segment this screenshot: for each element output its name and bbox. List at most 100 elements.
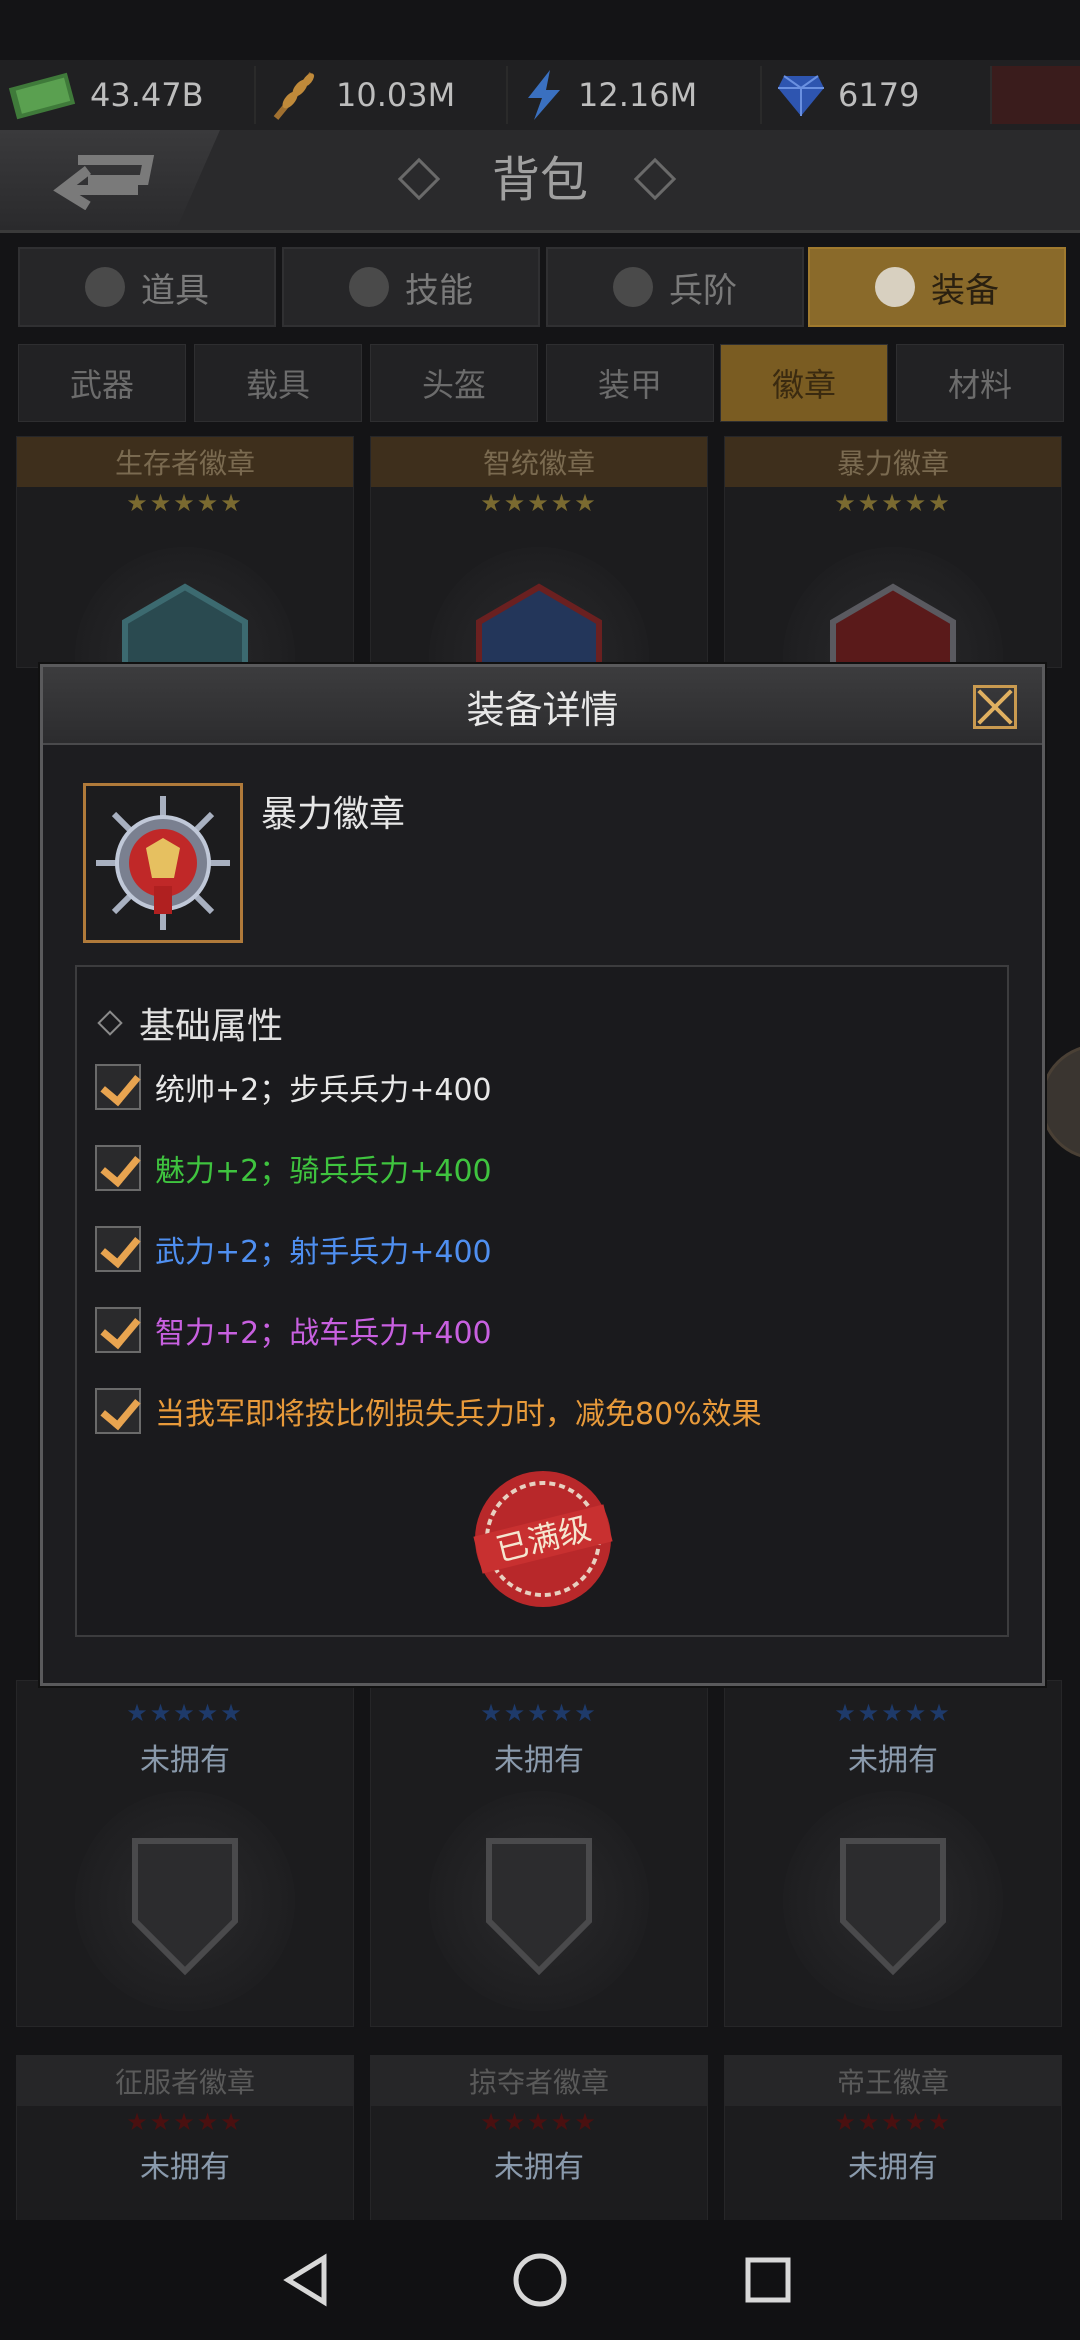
badge-card-stars: ★★★★★	[834, 1699, 952, 1727]
crosshair-icon	[349, 267, 389, 307]
attribute-text: 武力+2；射手兵力+400	[155, 1235, 492, 1270]
badge-card-command[interactable]: 智统徽章 ★★★★★	[370, 436, 708, 767]
subtab-armor[interactable]: 装甲	[546, 344, 714, 422]
subtab-materials-label: 材料	[947, 366, 1012, 404]
badge-card-status: 未拥有	[848, 2150, 938, 2185]
badge-card-stars: ★★★★★	[126, 2108, 244, 2136]
cash-icon	[8, 72, 76, 120]
energy-value: 12.16M	[578, 76, 698, 114]
armor-icon	[875, 267, 915, 307]
badge-card-stars: ★★★★★	[480, 489, 598, 517]
tab-rank-label: 兵阶	[669, 270, 737, 311]
attribute-row: 当我军即将按比例损失兵力时，减免80%效果	[95, 1385, 762, 1437]
tab-skills[interactable]: 技能	[282, 247, 540, 327]
attributes-section-title: 基础属性	[97, 997, 284, 1049]
tab-equipment[interactable]: 装备	[808, 247, 1066, 327]
subtab-badges[interactable]: 徽章	[720, 344, 888, 422]
badge-card-locked[interactable]: ★★★★★ 未拥有	[724, 1680, 1062, 2027]
nav-recents-button[interactable]	[728, 2240, 808, 2320]
subtab-helmets[interactable]: 头盔	[370, 344, 538, 422]
helmet-icon	[613, 267, 653, 307]
badge-card-status: 未拥有	[140, 2150, 230, 2185]
badge-card-status: 未拥有	[494, 1743, 584, 1778]
violence-badge-icon	[86, 786, 240, 940]
attribute-row: 武力+2；射手兵力+400	[95, 1223, 492, 1275]
item-icon-frame	[83, 783, 243, 943]
page-title: 背包	[491, 152, 588, 208]
close-button[interactable]	[973, 685, 1017, 729]
tab-rank[interactable]: 兵阶	[546, 247, 804, 327]
badge-card-title: 掠夺者徽章	[371, 2056, 707, 2106]
nav-home-button[interactable]	[500, 2240, 580, 2320]
resource-gem: 6179	[776, 64, 919, 126]
back-triangle-icon	[283, 2253, 327, 2307]
resource-grain: 10.03M	[268, 64, 455, 126]
tools-icon	[85, 267, 125, 307]
badge-card-survivor[interactable]: 生存者徽章 ★★★★★	[16, 436, 354, 767]
badge-card-title: 帝王徽章	[725, 2056, 1061, 2106]
badge-card-conqueror[interactable]: 征服者徽章 ★★★★★ 未拥有	[16, 2055, 354, 2227]
badge-card-title: 暴力徽章	[725, 437, 1061, 487]
tab-equipment-label: 装备	[931, 270, 999, 311]
attribute-row: 魅力+2；骑兵兵力+400	[95, 1142, 492, 1194]
badge-card-stars: ★★★★★	[126, 489, 244, 517]
badge-card-locked[interactable]: ★★★★★ 未拥有	[16, 1680, 354, 2027]
subtab-armor-label: 装甲	[597, 366, 662, 404]
max-level-stamp: 已满级	[468, 1464, 618, 1614]
attribute-row: 智力+2；战车兵力+400	[95, 1304, 492, 1356]
tab-skills-label: 技能	[405, 270, 473, 311]
tab-items[interactable]: 道具	[18, 247, 276, 327]
dialog-title: 装备详情	[466, 688, 619, 732]
attribute-text: 当我军即将按比例损失兵力时，减免80%效果	[155, 1397, 762, 1432]
diamond-icon	[778, 75, 824, 116]
subtab-vehicles[interactable]: 载具	[194, 344, 362, 422]
badge-card-stars: ★★★★★	[480, 1699, 598, 1727]
subtab-helmets-label: 头盔	[421, 366, 486, 404]
skull-badge-icon	[783, 1791, 1003, 2011]
nav-back-button[interactable]	[268, 2240, 348, 2320]
item-name: 暴力徽章	[261, 794, 406, 835]
recents-square-icon	[745, 2257, 791, 2303]
subtab-weapons-label: 武器	[69, 366, 134, 404]
attribute-text: 魅力+2；骑兵兵力+400	[155, 1154, 492, 1189]
attributes-section-label: 基础属性	[139, 1006, 284, 1047]
badge-card-status: 未拥有	[140, 1743, 230, 1778]
lion-badge-icon	[429, 1791, 649, 2011]
tab-items-label: 道具	[141, 270, 209, 311]
wolf-badge-icon	[75, 1791, 295, 2011]
subtab-weapons[interactable]: 武器	[18, 344, 186, 422]
badge-card-stars: ★★★★★	[834, 489, 952, 517]
badge-card-stars: ★★★★★	[834, 2108, 952, 2136]
equipment-detail-dialog: 装备详情 暴力徽章 基础属性 统帅+2；步兵兵力+400 魅力+2；骑兵兵力+4…	[40, 664, 1045, 1686]
lightning-icon	[528, 70, 560, 120]
resource-cash: 43.47B	[8, 64, 204, 126]
cash-value: 43.47B	[90, 76, 204, 114]
attribute-text: 智力+2；战车兵力+400	[155, 1316, 492, 1351]
badge-card-title: 智统徽章	[371, 437, 707, 487]
diamond-bullet-icon	[97, 1010, 123, 1036]
subtab-vehicles-label: 载具	[245, 366, 310, 404]
checkbox-checked-icon	[95, 1307, 141, 1353]
badge-card-plunderer[interactable]: 掠夺者徽章 ★★★★★ 未拥有	[370, 2055, 708, 2227]
grain-icon	[273, 72, 315, 120]
checkbox-checked-icon	[95, 1226, 141, 1272]
badge-card-locked[interactable]: ★★★★★ 未拥有	[370, 1680, 708, 2027]
resource-energy: 12.16M	[520, 64, 697, 126]
home-circle-icon	[513, 2253, 567, 2307]
badge-card-status: 未拥有	[494, 2150, 584, 2185]
checkbox-checked-icon	[95, 1145, 141, 1191]
attribute-row: 统帅+2；步兵兵力+400	[95, 1061, 492, 1113]
badge-card-status: 未拥有	[848, 1743, 938, 1778]
badge-card-violence[interactable]: 暴力徽章 ★★★★★	[724, 436, 1062, 767]
badge-card-stars: ★★★★★	[480, 2108, 598, 2136]
side-drawer-handle[interactable]	[1040, 1044, 1080, 1160]
badge-card-stars: ★★★★★	[126, 1699, 244, 1727]
subtab-materials[interactable]: 材料	[896, 344, 1064, 422]
badge-card-emperor[interactable]: 帝王徽章 ★★★★★ 未拥有	[724, 2055, 1062, 2227]
resource-extra[interactable]	[990, 66, 1080, 124]
badge-card-title: 生存者徽章	[17, 437, 353, 487]
subtab-badges-label: 徽章	[771, 366, 836, 404]
grain-value: 10.03M	[336, 76, 456, 114]
badge-card-title: 征服者徽章	[17, 2056, 353, 2106]
checkbox-checked-icon	[95, 1064, 141, 1110]
